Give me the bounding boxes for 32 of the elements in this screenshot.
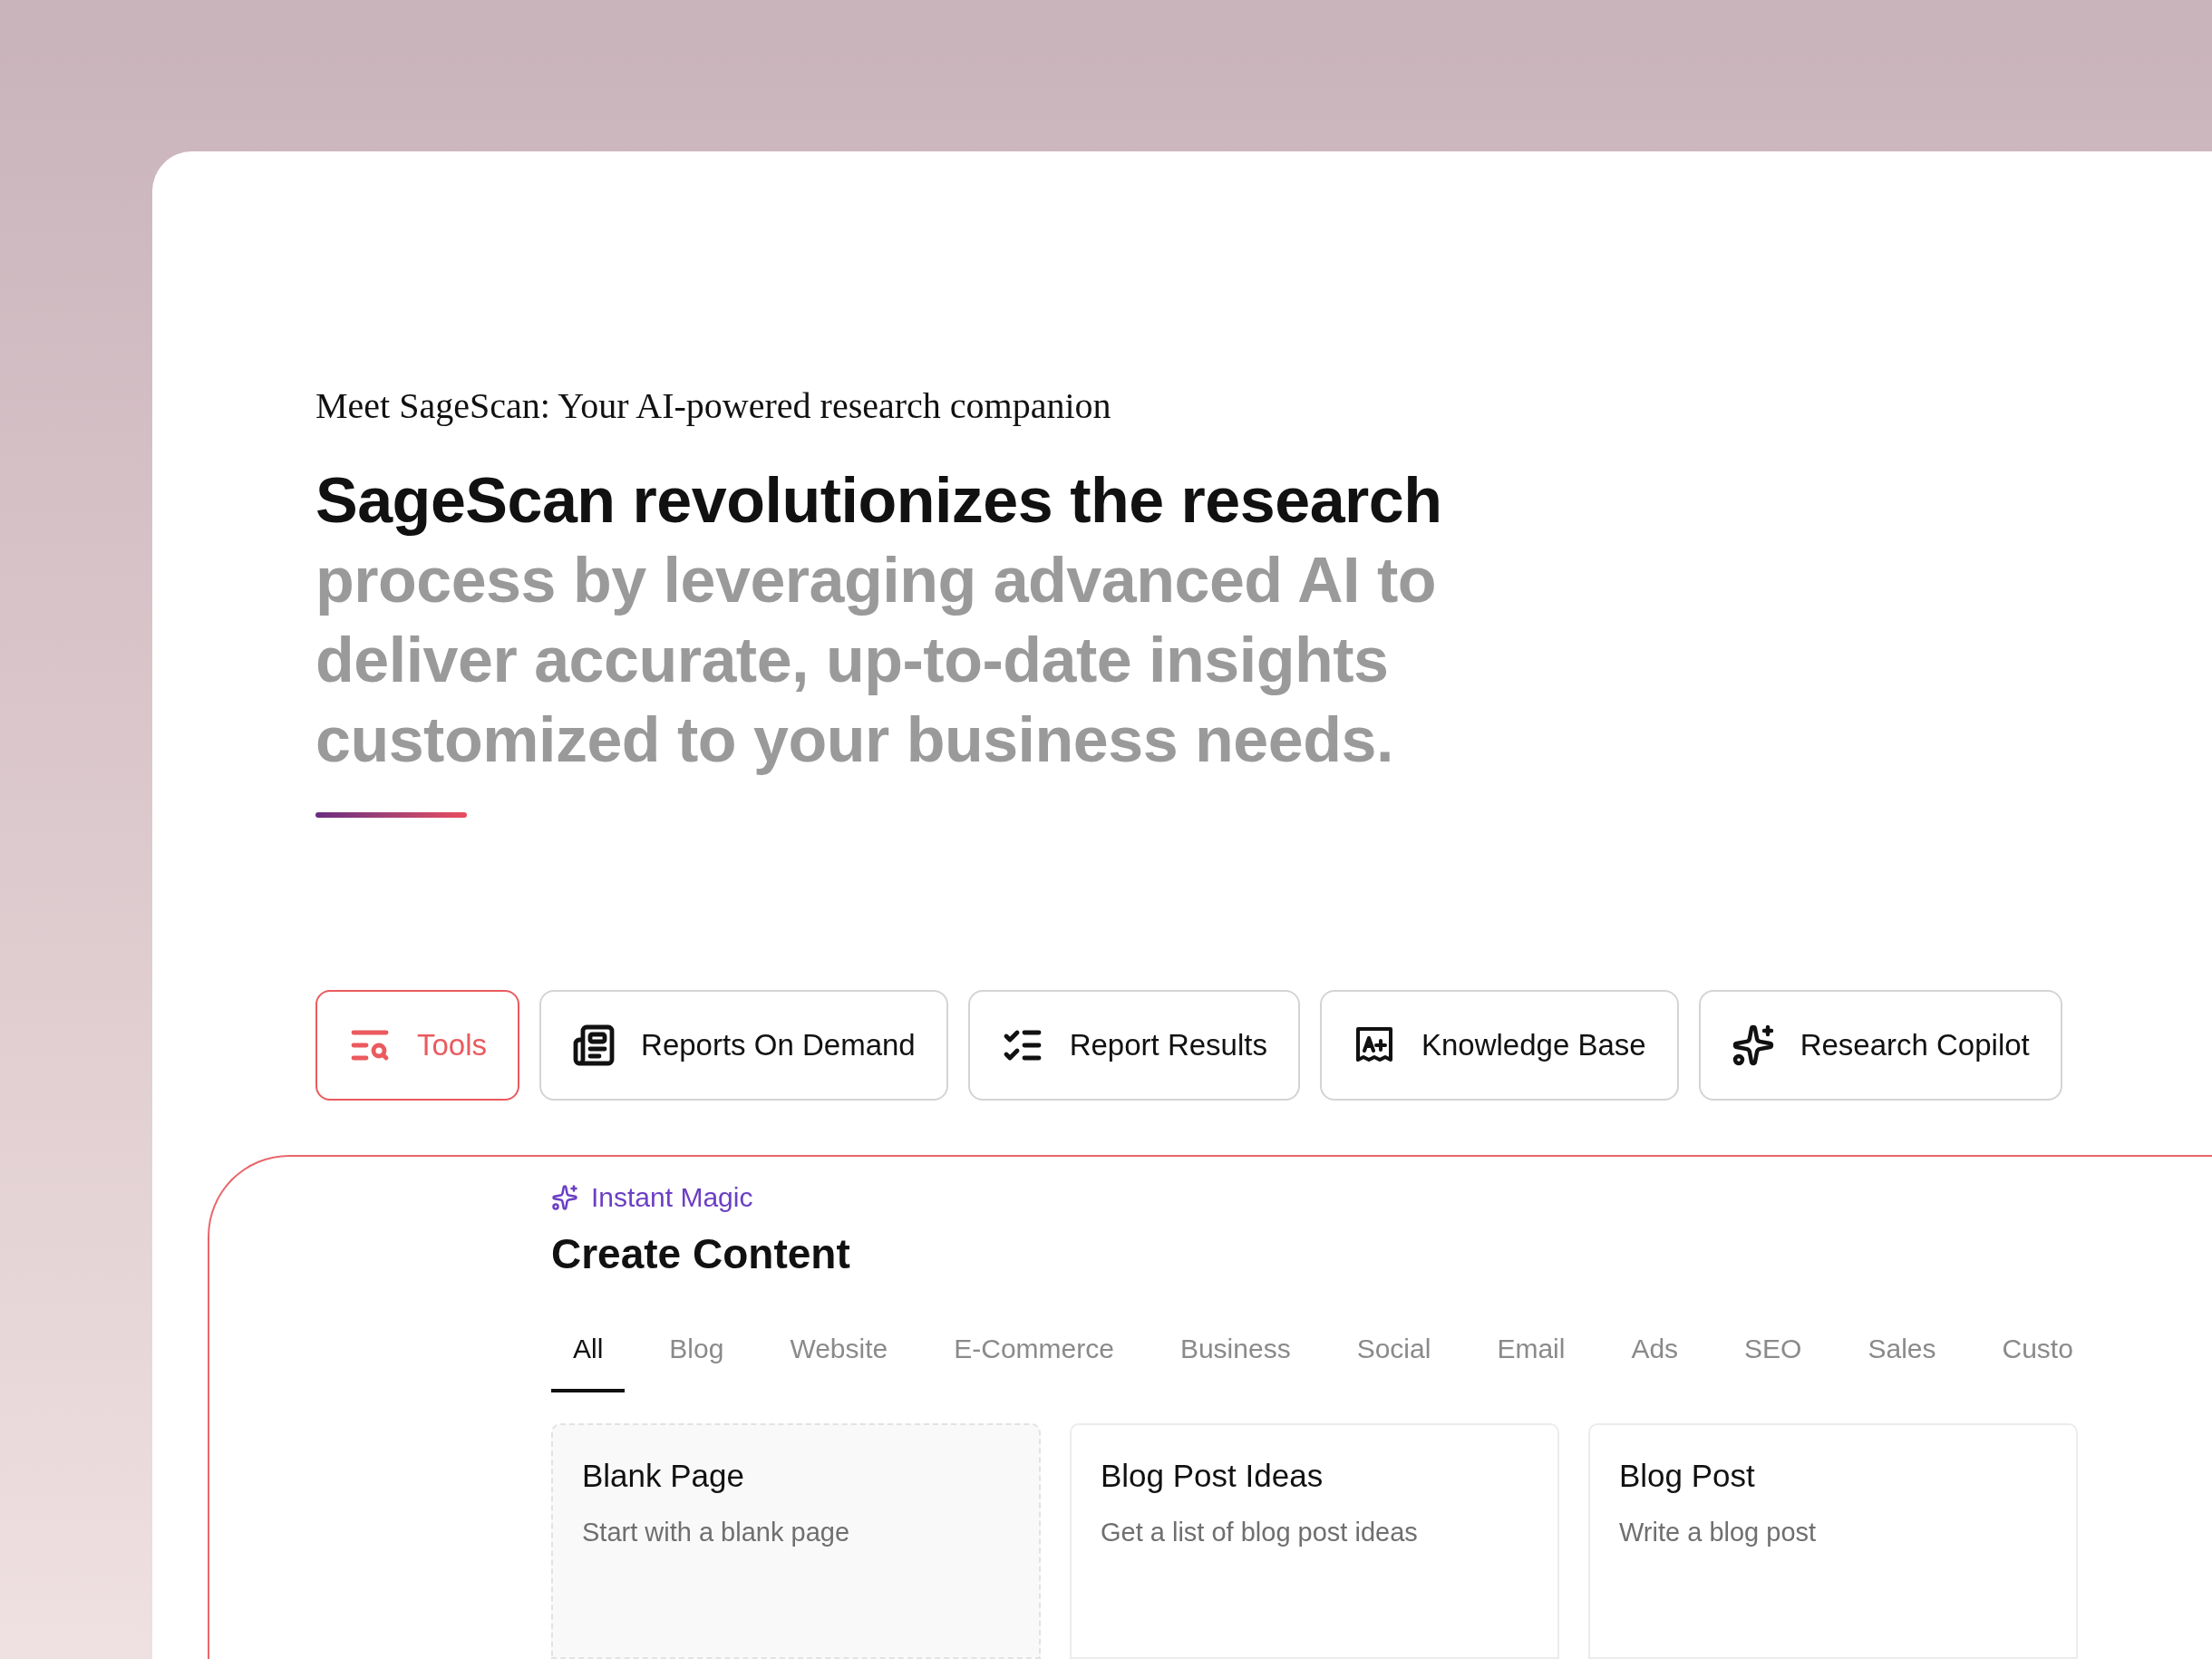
category-tab[interactable]: Custo	[1980, 1328, 2078, 1392]
template-card[interactable]: Blank Page Start with a blank page	[551, 1423, 1041, 1659]
section-title: Create Content	[551, 1229, 850, 1279]
card-title: Blog Post	[1619, 1457, 1756, 1495]
section-eyebrow: Instant Magic	[591, 1181, 753, 1214]
intro-eyebrow: Meet SageScan: Your AI-powered research companion	[315, 384, 1111, 428]
sparkles-icon	[551, 1183, 578, 1211]
feature-tab[interactable]: Report Results	[967, 990, 1300, 1101]
feature-tab[interactable]: Reports On Demand	[539, 990, 948, 1101]
card-description: Start with a blank page	[582, 1516, 850, 1548]
feature-tab[interactable]: Research Copilot	[1698, 990, 2062, 1101]
category-tab[interactable]: Business	[1158, 1328, 1313, 1392]
category-tab[interactable]: Blog	[647, 1328, 746, 1392]
category-tab[interactable]: Sales	[1846, 1328, 1958, 1392]
card-title: Blank Page	[582, 1457, 746, 1495]
feature-tab[interactable]: Knowledge Base	[1319, 990, 1679, 1101]
category-tab[interactable]: Website	[768, 1328, 910, 1392]
category-tab[interactable]: SEO	[1722, 1328, 1824, 1392]
category-tab[interactable]: Email	[1475, 1328, 1587, 1392]
template-card[interactable]: Blog Post Ideas Get a list of blog post ideas	[1070, 1423, 1559, 1659]
category-tab[interactable]: Ads	[1609, 1328, 1701, 1392]
template-card[interactable]: Blog Post Write a blog post	[1588, 1423, 2078, 1659]
category-tab[interactable]: All	[551, 1328, 626, 1392]
category-tab[interactable]: Social	[1334, 1328, 1453, 1392]
intro-headline: SageScan revolutionizes the research process by leveraging advanced AI to deliver accurate, up-to-date insights customized to your business needs.	[315, 464, 1443, 777]
category-tab[interactable]: E-Commerce	[932, 1328, 1136, 1392]
card-description: Get a list of blog post ideas	[1101, 1516, 1419, 1548]
card-description: Write a blog post	[1619, 1516, 1818, 1548]
newspaper-icon	[572, 1024, 616, 1067]
card-title: Blog Post Ideas	[1101, 1457, 1324, 1495]
sparkles-icon	[1731, 1024, 1775, 1067]
feature-tab[interactable]: Tools	[315, 990, 520, 1101]
